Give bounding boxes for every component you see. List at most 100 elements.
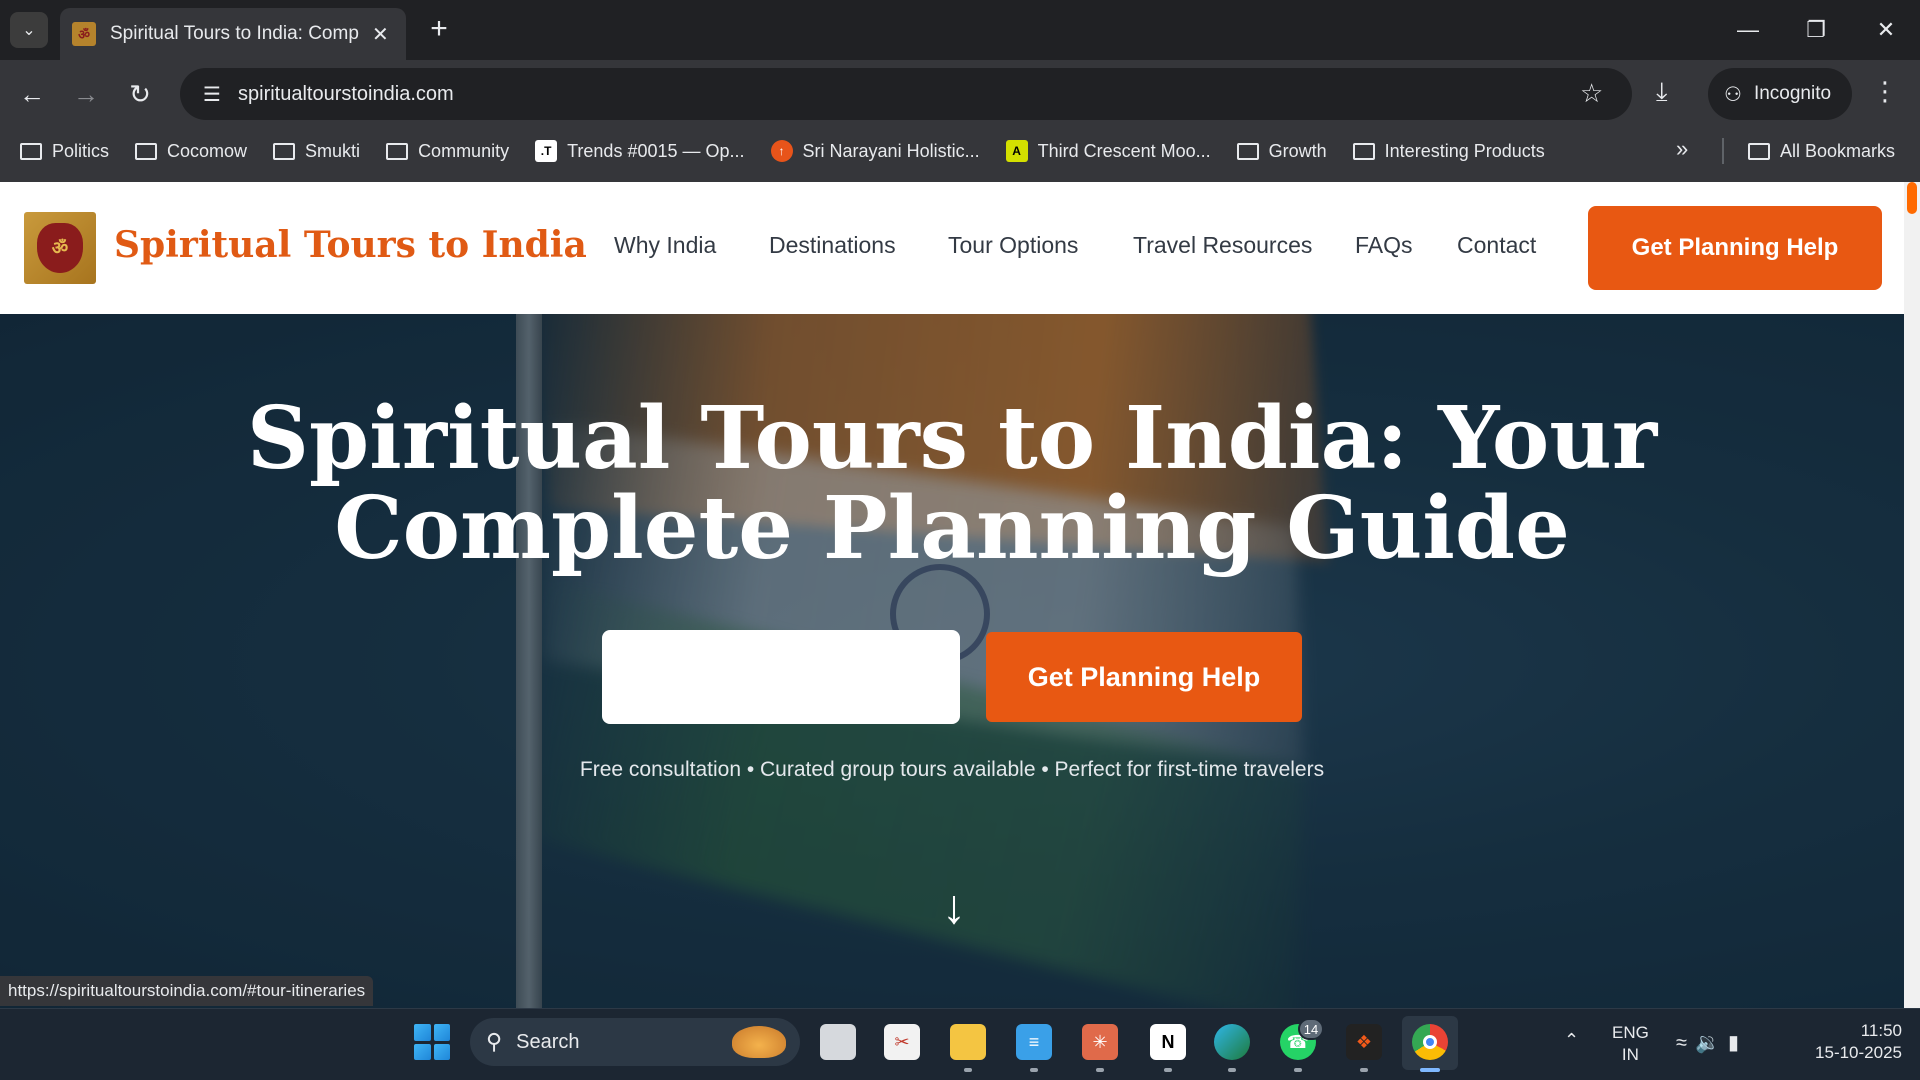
bookmarks-overflow-icon[interactable]: » (1676, 136, 1688, 162)
nav-faqs[interactable]: FAQs (1355, 232, 1413, 259)
reload-icon[interactable]: ↻ (122, 76, 158, 112)
nav-travel-resources[interactable]: Travel Resources (1133, 232, 1312, 259)
bookmark-label: Politics (52, 140, 110, 161)
language-indicator[interactable]: ENG IN (1612, 1022, 1649, 1066)
close-tab-icon[interactable]: ✕ (372, 22, 389, 47)
figma-like-icon[interactable]: ❖ (1346, 1024, 1382, 1060)
site-name[interactable]: Spiritual Tours to India (114, 224, 587, 266)
bookmark-label: Community (418, 140, 510, 161)
scrollbar-thumb[interactable] (1907, 182, 1917, 214)
app-running-indicator (1164, 1068, 1172, 1072)
header-planning-help-button[interactable]: Get Planning Help (1588, 206, 1882, 290)
claude-icon[interactable]: ✳ (1082, 1024, 1118, 1060)
minimize-icon[interactable]: — (1728, 10, 1768, 50)
bookmark-label: Cocomow (167, 140, 248, 161)
folder-icon (1748, 142, 1770, 160)
nav-tour-options[interactable]: Tour Options (948, 232, 1078, 259)
bookmark-cocomow[interactable]: Cocomow (135, 141, 247, 162)
incognito-button[interactable]: ⚇ Incognito (1708, 68, 1852, 120)
app-running-indicator (1228, 1068, 1236, 1072)
chevron-up-icon[interactable]: ⌃ (1564, 1030, 1579, 1051)
app-running-indicator (1294, 1068, 1302, 1072)
site-info-icon[interactable]: ☰ (196, 78, 228, 110)
volume-icon[interactable]: 🔉 (1695, 1032, 1728, 1054)
notion-icon[interactable]: N (1150, 1024, 1186, 1060)
system-tray-icons[interactable]: ≈🔉▮ (1676, 1030, 1747, 1055)
download-icon[interactable]: ⤓ (1656, 76, 1668, 108)
nav-contact[interactable]: Contact (1457, 232, 1536, 259)
snipping-tool-icon[interactable]: ✂ (884, 1024, 920, 1060)
forward-icon[interactable]: → (68, 76, 104, 112)
nav-why-india[interactable]: Why India (614, 232, 716, 259)
nav-destinations[interactable]: Destinations (769, 232, 896, 259)
region-code: IN (1621, 1045, 1639, 1064)
search-highlight-image (732, 1026, 786, 1058)
bookmark-third-crescent[interactable]: A Third Crescent Moo... (1005, 140, 1211, 162)
url-text: spiritualtourstoindia.com (238, 82, 454, 105)
incognito-icon: ⚇ (1724, 83, 1742, 106)
page-scrollbar[interactable] (1904, 182, 1920, 1008)
file-explorer-icon[interactable] (950, 1024, 986, 1060)
new-tab-button[interactable]: + (424, 14, 454, 44)
battery-icon[interactable]: ▮ (1728, 1032, 1747, 1054)
folder-icon (273, 142, 296, 160)
bookmark-label: Smukti (305, 140, 361, 161)
chevron-down-icon: ⌄ (22, 22, 36, 39)
hero-planning-help-button[interactable]: Get Planning Help (986, 632, 1302, 722)
taskbar-search[interactable]: ⚲ Search (470, 1018, 800, 1066)
app-running-indicator (1096, 1068, 1104, 1072)
windows-start-icon[interactable] (414, 1024, 450, 1060)
bookmark-smukti[interactable]: Smukti (273, 141, 360, 162)
folder-icon (20, 142, 42, 160)
bookmarks-divider (1722, 138, 1724, 164)
wifi-icon[interactable]: ≈ (1676, 1032, 1695, 1054)
narayani-favicon: ↑ (770, 140, 793, 162)
tab-title: Spiritual Tours to India: Comple (110, 23, 360, 44)
bookmark-trends[interactable]: .T Trends #0015 — Op... (535, 140, 745, 162)
clock-time: 11:50 (1860, 1021, 1902, 1040)
crescent-favicon: A (1005, 140, 1028, 162)
bookmark-growth[interactable]: Growth (1236, 140, 1327, 162)
site-logo[interactable]: ॐ (24, 212, 96, 284)
taskbar-search-label: Search (516, 1030, 580, 1053)
chrome-icon[interactable] (1412, 1024, 1448, 1060)
address-bar[interactable]: ☰ spiritualtourstoindia.com (180, 68, 1632, 120)
bookmark-label: Sri Narayani Holistic... (802, 140, 980, 161)
email-input[interactable] (602, 630, 960, 724)
language-code: ENG (1612, 1023, 1649, 1042)
hero-subtitle: Free consultation • Curated group tours … (579, 758, 1325, 781)
bookmark-label: Trends #0015 — Op... (567, 140, 745, 161)
app-running-indicator (1030, 1068, 1038, 1072)
bookmark-interesting-products[interactable]: Interesting Products (1352, 141, 1545, 162)
om-icon: ॐ (37, 223, 83, 273)
close-window-icon[interactable]: ✕ (1866, 10, 1906, 50)
search-icon: ⚲ (486, 1029, 503, 1054)
folder-icon (135, 142, 158, 160)
edge-icon[interactable] (1214, 1024, 1250, 1060)
site-header: ॐ Spiritual Tours to India Why India Des… (0, 182, 1904, 314)
bookmark-label: Third Crescent Moo... (1037, 140, 1211, 161)
bookmark-sri-narayani[interactable]: ↑ Sri Narayani Holistic... (770, 140, 980, 162)
restore-icon[interactable]: ❐ (1796, 10, 1836, 50)
bookmark-community[interactable]: Community (386, 141, 509, 162)
tab-search-button[interactable]: ⌄ (10, 12, 48, 48)
notepad-icon[interactable]: ≡ (1016, 1024, 1052, 1060)
app-running-indicator (964, 1068, 972, 1072)
folder-icon (1236, 142, 1259, 160)
folder-icon (386, 142, 409, 160)
site-favicon: ॐ (72, 22, 96, 46)
all-bookmarks-button[interactable]: All Bookmarks (1748, 128, 1895, 174)
system-clock[interactable]: 11:50 15-10-2025 (1790, 1020, 1902, 1064)
active-tab[interactable]: ॐ Spiritual Tours to India: Comple ✕ (60, 8, 406, 60)
whatsapp-badge: 14 (1298, 1018, 1324, 1040)
clock-date: 15-10-2025 (1815, 1043, 1902, 1062)
task-view-icon[interactable] (820, 1024, 856, 1060)
folder-icon (1352, 142, 1375, 160)
bookmark-star-icon[interactable]: ☆ (1580, 78, 1603, 109)
bookmark-label: Growth (1268, 140, 1327, 161)
arrow-down-icon[interactable]: ↓ (934, 880, 974, 940)
back-icon[interactable]: ← (14, 76, 50, 112)
incognito-label: Incognito (1753, 83, 1832, 104)
bookmark-politics[interactable]: Politics (20, 141, 109, 162)
menu-icon[interactable]: ⋮ (1872, 76, 1898, 107)
